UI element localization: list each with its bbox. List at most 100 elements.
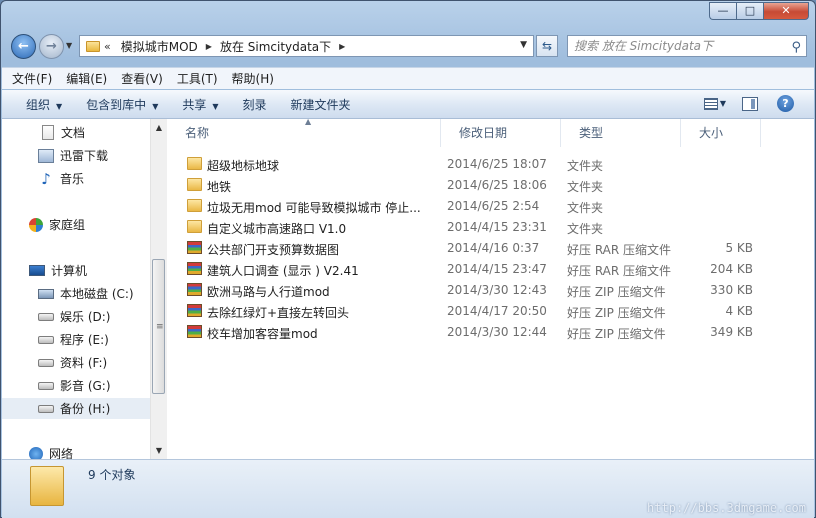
forward-button[interactable]: → <box>39 34 64 59</box>
sidebar-item-drive-h[interactable]: 备份 (H:) <box>2 398 150 419</box>
back-button[interactable]: ← <box>11 34 36 59</box>
file-type: 好压 RAR 压缩文件 <box>567 264 672 278</box>
breadcrumb-separator[interactable]: ▶ <box>335 42 349 51</box>
file-type: 文件夹 <box>567 180 604 194</box>
file-type: 文件夹 <box>567 201 604 215</box>
file-date: 2014/4/15 23:31 <box>447 220 547 234</box>
sidebar-item-network[interactable]: 网络 <box>2 443 150 459</box>
scroll-down-icon[interactable]: ▼ <box>151 442 167 459</box>
sidebar-item-drive-d[interactable]: 娱乐 (D:) <box>2 306 150 327</box>
file-name: 垃圾无用mod 可能导致模拟城市 停止... <box>207 201 421 215</box>
share-label: 共享 <box>182 97 207 112</box>
sidebar-item-homegroup[interactable]: 家庭组 <box>2 214 150 235</box>
folder-icon <box>86 40 100 52</box>
minimize-button[interactable]: — <box>709 2 736 20</box>
computer-icon <box>29 265 45 276</box>
folder-icon <box>187 157 202 170</box>
menu-bar: 文件(F) 编辑(E) 查看(V) 工具(T) 帮助(H) <box>2 67 814 89</box>
file-row[interactable]: 校车增加客容量mod 2014/3/30 12:44 好压 ZIP 压缩文件 3… <box>167 322 814 343</box>
sidebar-item-label: 影音 (G:) <box>60 379 111 393</box>
sidebar-item-label: 计算机 <box>51 264 88 278</box>
breadcrumb-item[interactable]: 放在 Simcitydata下 <box>216 38 335 55</box>
sidebar-item-label: 程序 (E:) <box>60 333 109 347</box>
folder-icon <box>187 199 202 212</box>
file-size: 5 KB <box>725 241 753 255</box>
recent-pages-dropdown[interactable]: ▼ <box>66 41 72 50</box>
preview-pane-icon[interactable] <box>742 97 758 111</box>
chevron-down-icon[interactable]: ▼ <box>720 99 726 108</box>
sidebar-item-label: 文档 <box>61 126 86 140</box>
explorer-window: — □ ✕ ← → ▼ « 模拟城市MOD ▶ 放在 Simcitydata下 … <box>0 0 816 518</box>
column-header-size[interactable]: 大小 <box>681 119 761 147</box>
close-button[interactable]: ✕ <box>763 2 809 20</box>
search-icon[interactable]: ⚲ <box>791 38 801 58</box>
sidebar-item-label: 迅雷下载 <box>60 149 109 163</box>
menu-file[interactable]: 文件(F) <box>12 70 52 87</box>
sidebar-item-label: 网络 <box>49 447 74 459</box>
file-size: 349 KB <box>710 325 753 339</box>
search-input[interactable]: 搜索 放在 Simcitydata下 ⚲ <box>567 35 807 57</box>
file-date: 2014/6/25 2:54 <box>447 199 540 213</box>
refresh-button[interactable]: ⇆ <box>536 35 558 57</box>
file-name: 欧洲马路与人行道mod <box>207 285 330 299</box>
view-options-icon[interactable] <box>704 98 718 110</box>
details-pane: 9 个对象 http://bbs.3dmgame.com <box>2 459 814 518</box>
download-folder-icon <box>38 148 54 163</box>
file-row[interactable]: 欧洲马路与人行道mod 2014/3/30 12:43 好压 ZIP 压缩文件 … <box>167 280 814 301</box>
burn-button[interactable]: 刻录 <box>243 96 267 113</box>
address-dropdown[interactable]: ▼ <box>520 40 527 50</box>
system-drive-icon <box>38 288 54 299</box>
chevron-down-icon: ▼ <box>56 101 63 111</box>
breadcrumb-item[interactable]: 模拟城市MOD <box>117 38 202 55</box>
navigation-pane-scrollbar[interactable]: ▲ ≡ ▼ <box>150 119 167 459</box>
sidebar-item-label: 本地磁盘 (C:) <box>60 287 134 301</box>
file-list: ▲ 名称 修改日期 类型 大小 超级地标地球 2014/6/25 18:07 文… <box>167 117 814 459</box>
file-row[interactable]: 地铁 2014/6/25 18:06 文件夹 <box>167 175 814 196</box>
include-in-library-button[interactable]: 包含到库中 ▼ <box>86 96 158 113</box>
file-row[interactable]: 公共部门开支预算数据图 2014/4/16 0:37 好压 RAR 压缩文件 5… <box>167 238 814 259</box>
drive-icon <box>38 312 54 321</box>
menu-help[interactable]: 帮助(H) <box>232 70 274 87</box>
file-type: 好压 RAR 压缩文件 <box>567 243 672 257</box>
file-date: 2014/3/30 12:44 <box>447 325 547 339</box>
file-row[interactable]: 自定义城市高速路口 V1.0 2014/4/15 23:31 文件夹 <box>167 217 814 238</box>
sidebar-item-drive-e[interactable]: 程序 (E:) <box>2 329 150 350</box>
menu-edit[interactable]: 编辑(E) <box>66 70 107 87</box>
include-in-library-label: 包含到库中 <box>86 97 147 112</box>
breadcrumb-overflow[interactable]: « <box>104 40 111 53</box>
share-button[interactable]: 共享 ▼ <box>182 96 218 113</box>
organize-button[interactable]: 组织 ▼ <box>26 96 62 113</box>
scroll-up-icon[interactable]: ▲ <box>151 119 167 136</box>
file-row[interactable]: 超级地标地球 2014/6/25 18:07 文件夹 <box>167 154 814 175</box>
archive-icon <box>187 325 202 338</box>
menu-view[interactable]: 查看(V) <box>121 70 163 87</box>
new-folder-button[interactable]: 新建文件夹 <box>291 96 351 113</box>
breadcrumb-separator[interactable]: ▶ <box>202 42 216 51</box>
file-row[interactable]: 建筑人口调查 (显示 ) V2.41 2014/4/15 23:47 好压 RA… <box>167 259 814 280</box>
column-header-name[interactable]: 名称 <box>167 119 441 147</box>
sidebar-item-documents[interactable]: 文档 <box>2 122 150 143</box>
column-header-date[interactable]: 修改日期 <box>441 119 561 147</box>
sidebar-item-drive-c[interactable]: 本地磁盘 (C:) <box>2 283 150 304</box>
file-type: 好压 ZIP 压缩文件 <box>567 306 666 320</box>
folder-icon <box>30 466 64 506</box>
sidebar-item-computer[interactable]: 计算机 <box>2 260 150 281</box>
sidebar-item-drive-g[interactable]: 影音 (G:) <box>2 375 150 396</box>
scrollbar-thumb[interactable]: ≡ <box>152 259 165 394</box>
file-name: 去除红绿灯+直接左转回头 <box>207 306 350 320</box>
archive-icon <box>187 262 202 275</box>
file-row[interactable]: 去除红绿灯+直接左转回头 2014/4/17 20:50 好压 ZIP 压缩文件… <box>167 301 814 322</box>
sidebar-item-music[interactable]: ♪ 音乐 <box>2 168 150 189</box>
sidebar-item-drive-f[interactable]: 资料 (F:) <box>2 352 150 373</box>
navigation-pane: 文档 迅雷下载 ♪ 音乐 家庭组 计算机 本地磁盘 (C:) 娱乐 (D:) 程 <box>2 119 150 459</box>
help-icon[interactable]: ? <box>777 95 794 112</box>
column-header-type[interactable]: 类型 <box>561 119 681 147</box>
file-row[interactable]: 垃圾无用mod 可能导致模拟城市 停止... 2014/6/25 2:54 文件… <box>167 196 814 217</box>
menu-tools[interactable]: 工具(T) <box>177 70 218 87</box>
sidebar-item-thunder-downloads[interactable]: 迅雷下载 <box>2 145 150 166</box>
file-name: 地铁 <box>207 180 232 194</box>
folder-icon <box>187 220 202 233</box>
file-date: 2014/4/17 20:50 <box>447 304 547 318</box>
address-bar[interactable]: « 模拟城市MOD ▶ 放在 Simcitydata下 ▶ ▼ <box>79 35 534 57</box>
maximize-button[interactable]: □ <box>736 2 763 20</box>
